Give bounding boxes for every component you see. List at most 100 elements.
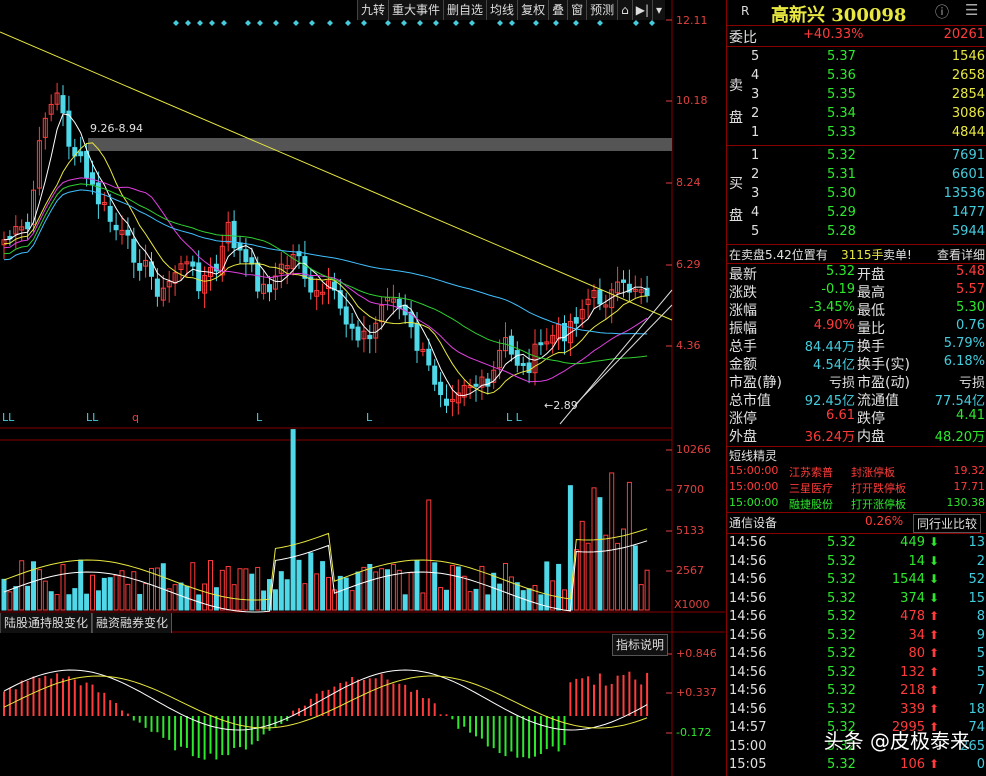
stat-value: 92.45亿 (804, 394, 855, 409)
tick-price: 5.32 (827, 757, 856, 772)
info-icon[interactable]: ⓘ (935, 2, 949, 22)
tb-overlay-button[interactable]: 叠 (548, 0, 568, 20)
volume-bar (326, 576, 331, 611)
volume-bar (261, 590, 267, 611)
stat-value: 5.79% (943, 336, 985, 351)
tick-row: 14:56 5.32 34 ⬆ 9 (727, 628, 986, 646)
event-diamond-icon (433, 20, 439, 26)
volume-bar (379, 568, 385, 611)
kline-chart-area[interactable]: 九转 重大事件 删自选 均线 复权 叠 窗 预测 ⌂ ▶| ▾ 12.11 10… (0, 0, 725, 776)
volume-bar (272, 589, 278, 611)
volume-bar (491, 572, 497, 611)
tb-ma-button[interactable]: 均线 (486, 0, 518, 20)
buy-row[interactable]: 5 5.28 5944 (727, 224, 986, 242)
buy-price: 5.28 (827, 224, 856, 239)
buy-row[interactable]: 1 5.32 7691 (727, 148, 986, 166)
volume-bar (467, 591, 473, 611)
tb-window-button[interactable]: 窗 (567, 0, 587, 20)
arrow-down-icon: ⬇ (928, 535, 939, 549)
menu-icon[interactable]: ☰ (965, 1, 978, 19)
volume-bar (78, 559, 84, 611)
view-detail-link[interactable]: 查看详细 (937, 246, 985, 263)
arrow-up-icon: ⬆ (928, 701, 939, 716)
event-diamond-icon (309, 20, 315, 26)
volume-bar (585, 542, 591, 611)
weibi-value: 20261 (943, 27, 985, 42)
tick-row: 14:56 5.32 1544 ⬇ 52 (727, 572, 986, 590)
volume-bar (479, 565, 485, 611)
indicator-label: -0.172 (676, 726, 712, 739)
volume-bar (190, 562, 196, 611)
tick-time: 14:56 (729, 535, 767, 550)
volume-bar (349, 590, 355, 611)
tick-price: 5.32 (827, 553, 856, 569)
volume-bar (426, 499, 432, 611)
tb-remove-watchlist-button[interactable]: 删自选 (443, 0, 487, 20)
stat-value: 5.48 (956, 264, 985, 279)
sell-row[interactable]: 5 5.37 1546 (727, 49, 986, 67)
large-order-notice[interactable]: 在卖盘5.42位置有 3115手 卖单! 查看详细 (727, 246, 986, 264)
short-value: 19.32 (953, 464, 986, 477)
chart-marker: LL (2, 411, 15, 424)
watermark: 头条 @皮极泰来 (823, 729, 970, 753)
buy-volume: 5944 (951, 224, 985, 239)
candle-body (520, 363, 526, 367)
tb-adjust-button[interactable]: 复权 (517, 0, 549, 20)
volume-bar (60, 564, 66, 611)
buy-level: 3 (751, 186, 760, 201)
tick-count: 13 (968, 535, 985, 550)
event-diamond-icon (385, 20, 391, 26)
tb-jiuzhuan-button[interactable]: 九转 (357, 0, 389, 20)
sell-row[interactable]: 2 5.34 3086 (727, 106, 986, 124)
skip-end-icon[interactable]: ▶| (631, 0, 653, 20)
sell-row[interactable]: 4 5.36 2658 (727, 68, 986, 86)
tick-volume: 374 (900, 590, 925, 606)
stat-label: 量比 (857, 321, 885, 337)
tab-margin-trading[interactable]: 融资融券变化 (92, 613, 173, 633)
candle-body (107, 205, 113, 222)
indicator-tabs: 陆股通持股变化 融资融券变化 (0, 613, 173, 633)
volume-bar (438, 587, 444, 611)
candle-body (249, 257, 255, 265)
volume-bar (591, 487, 597, 611)
quote-header: R 高新兴 300098 ⓘ ☰ (727, 0, 986, 26)
volume-bar (461, 575, 467, 611)
tb-forecast-button[interactable]: 预测 (586, 0, 618, 20)
dea-line (3, 675, 648, 729)
buy-row[interactable]: 3 5.30 13536 (727, 186, 986, 204)
dropdown-icon[interactable]: ▾ (652, 0, 666, 20)
buy-row[interactable]: 4 5.29 1477 (727, 205, 986, 223)
sell-row[interactable]: 1 5.33 4844 (727, 125, 986, 143)
indicator-label: +0.846 (676, 647, 717, 660)
tick-price: 5.32 (827, 683, 856, 698)
tick-volume: 80 (908, 646, 925, 661)
volume-bar (538, 594, 544, 611)
stat-value: 5.57 (956, 282, 985, 297)
sector-compare-button[interactable]: 同行业比较 (913, 514, 982, 533)
volume-bar (90, 574, 95, 611)
tick-count: 7 (976, 683, 985, 698)
stat-value: 77.54亿 (934, 394, 985, 409)
volume-bar (66, 594, 72, 611)
short-value: 17.71 (953, 480, 986, 493)
sell-row[interactable]: 3 5.35 2854 (727, 87, 986, 105)
tb-major-events-button[interactable]: 重大事件 (388, 0, 444, 20)
tick-row: 14:56 5.32 449 ⬇ 13 (727, 535, 986, 553)
tick-time: 14:56 (729, 701, 767, 717)
chart-canvas[interactable] (0, 0, 725, 776)
event-diamond-icon (633, 20, 639, 26)
tab-hk-holdings[interactable]: 陆股通持股变化 (0, 613, 93, 633)
buy-row[interactable]: 2 5.31 6601 (727, 167, 986, 185)
price-label: 4.36 (676, 339, 701, 352)
lock-icon[interactable]: ⌂ (617, 0, 632, 20)
candle-body (349, 323, 355, 329)
indicator-help-button[interactable]: 指标说明 (612, 634, 669, 656)
weibi-pct: +40.33% (803, 27, 864, 42)
notice-text: 在卖盘5.42位置有 (729, 248, 828, 262)
tick-row: 14:56 5.32 478 ⬆ 8 (727, 609, 986, 627)
candle-body (355, 326, 361, 341)
arrow-up-icon: ⬆ (928, 664, 939, 679)
stat-label: 最高 (857, 285, 885, 301)
volume-bar (7, 591, 13, 611)
volume-bar (278, 571, 284, 611)
